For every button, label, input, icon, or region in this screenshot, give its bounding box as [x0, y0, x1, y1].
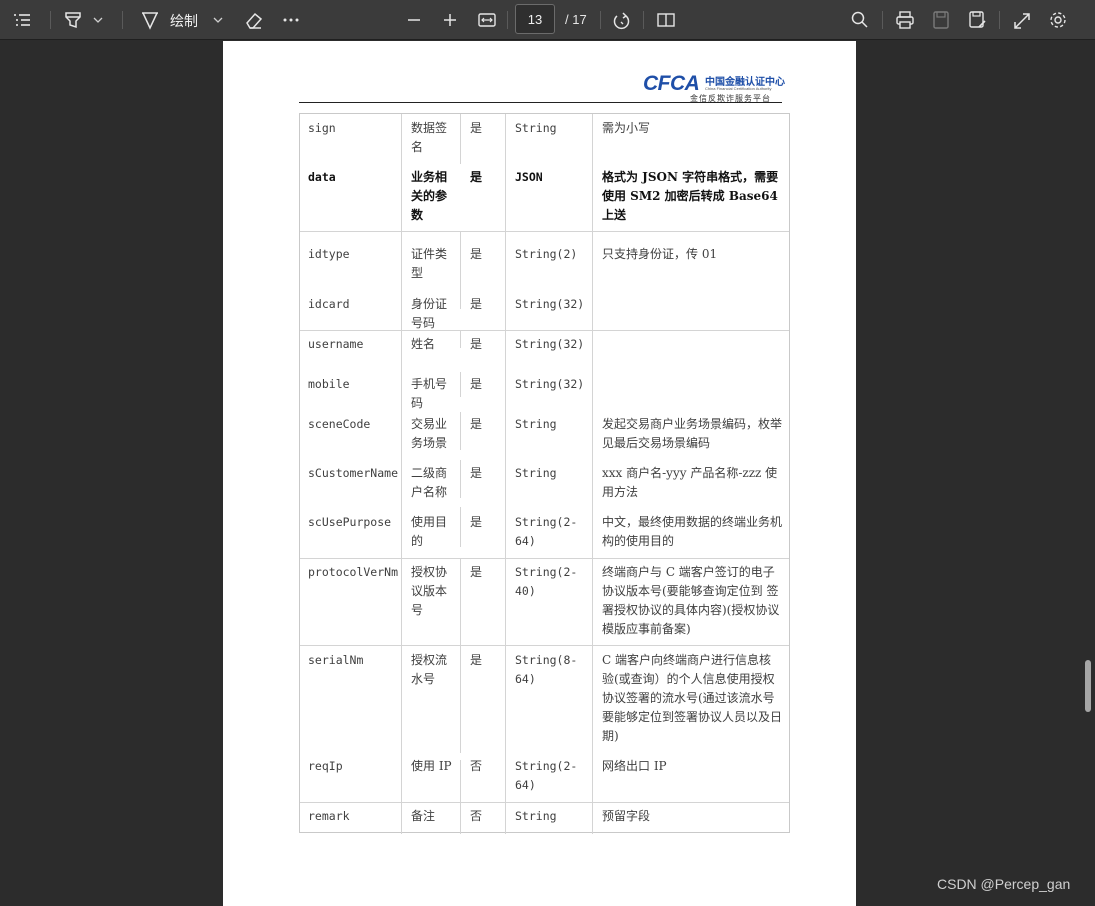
watermark: CSDN @Percep_gan [937, 876, 1071, 892]
param-type: String(32) [515, 297, 585, 311]
param-name: data [308, 170, 336, 184]
pdf-page: CFCA 中国金融认证中心 China Financial Certificat… [223, 41, 856, 906]
param-type: String [515, 417, 557, 431]
page-total: / 17 [565, 12, 587, 27]
param-desc: 使用目的 [411, 515, 448, 548]
param-required: 否 [470, 809, 483, 823]
param-desc: 数据签名 [411, 121, 448, 154]
param-note: 发起交易商户业务场景编码，枚举见最后交易场景编码 [602, 417, 783, 450]
param-required: 是 [470, 337, 483, 351]
param-note: 网络出口 IP [602, 759, 667, 773]
save-as-icon[interactable] [967, 8, 987, 32]
pdf-toolbar: 绘制 13 / 17 [0, 0, 1095, 40]
eraser-icon[interactable] [243, 8, 265, 32]
param-type: String(2-64) [515, 515, 578, 548]
param-desc: 备注 [411, 809, 436, 823]
zoom-in-icon[interactable] [441, 8, 459, 32]
param-note: C 端客户向终端商户进行信息核验(或查询）的个人信息使用授权协议签署的流水号(通… [602, 653, 783, 743]
highlight-icon[interactable] [63, 8, 83, 32]
param-note: 格式为 JSON 字符串格式，需要使用 SM2 加密后转成 Base64 上送 [602, 170, 779, 222]
search-icon[interactable] [850, 8, 870, 32]
param-type: String [515, 466, 557, 480]
param-name: idtype [308, 247, 350, 261]
page-view-icon[interactable] [656, 8, 676, 32]
draw-label[interactable]: 绘制 [170, 11, 198, 31]
param-type: String(2) [515, 247, 578, 261]
param-required: 是 [470, 377, 483, 391]
param-name: sceneCode [308, 417, 371, 431]
param-desc: 授权流水号 [411, 653, 448, 686]
param-required: 是 [470, 565, 483, 579]
param-note: 预留字段 [602, 809, 651, 823]
param-name: username [308, 337, 364, 351]
param-required: 是 [470, 297, 483, 311]
param-type: String(2-64) [515, 759, 578, 792]
vertical-scrollbar-thumb[interactable] [1085, 660, 1091, 712]
param-name: idcard [308, 297, 350, 311]
param-required: 是 [470, 466, 483, 480]
param-desc: 使用 IP [411, 759, 452, 773]
fullscreen-icon[interactable] [1012, 8, 1032, 32]
draw-icon[interactable] [140, 8, 160, 32]
param-required: 是 [470, 653, 483, 667]
param-note: xxx 商户名-yyy 产品名称-zzz 使用方法 [602, 466, 778, 499]
param-name: serialNm [308, 653, 364, 667]
param-type: String(2-40) [515, 565, 578, 598]
param-required: 是 [470, 417, 483, 431]
param-desc: 身份证号码 [411, 297, 448, 330]
param-required: 是 [470, 121, 483, 135]
param-type: String [515, 121, 557, 135]
print-icon[interactable] [895, 8, 915, 32]
param-note: 只支持身份证，传 01 [602, 247, 718, 261]
cfca-logo: CFCA 中国金融认证中心 China Financial Certificat… [643, 72, 785, 103]
param-type: String [515, 809, 557, 823]
parameter-table: sign 数据签名是 String 需为小写 data 业务相关的参数是 JSON 格式为 J… [299, 113, 790, 834]
param-required: 是 [470, 515, 483, 529]
page-number-input[interactable]: 13 [515, 4, 555, 34]
param-name: remark [308, 809, 350, 823]
more-icon[interactable] [281, 8, 301, 32]
param-desc: 手机号码 [411, 377, 448, 410]
param-name: scUsePurpose [308, 515, 392, 529]
chevron-down-icon[interactable] [92, 8, 104, 32]
contents-icon[interactable] [12, 8, 32, 32]
param-note: 需为小写 [602, 121, 651, 135]
param-desc: 业务相关的参数 [411, 170, 448, 222]
param-type: String(32) [515, 337, 585, 351]
param-type: String(8-64) [515, 653, 578, 686]
param-name: sign [308, 121, 336, 135]
settings-icon[interactable] [1047, 8, 1069, 32]
param-desc: 二级商户名称 [411, 466, 448, 499]
header-rule [299, 102, 782, 103]
param-desc: 姓名 [411, 337, 436, 351]
param-required: 是 [470, 247, 483, 261]
save-icon [931, 8, 951, 32]
param-desc: 授权协议版本号 [411, 565, 448, 617]
param-required: 否 [470, 759, 483, 773]
zoom-out-icon[interactable] [405, 8, 423, 32]
param-desc: 证件类型 [411, 247, 448, 280]
param-type: String(32) [515, 377, 585, 391]
param-name: reqIp [308, 759, 343, 773]
logo-en: China Financial Certification Authority [705, 86, 772, 91]
param-name: sCustomerName [308, 466, 399, 480]
rotate-icon[interactable] [611, 8, 631, 32]
param-name: mobile [308, 377, 350, 391]
param-required: 是 [470, 170, 483, 184]
param-note: 中文，最终使用数据的终端业务机构的使用目的 [602, 515, 783, 548]
param-name: protocolVerNm [308, 565, 399, 579]
fit-width-icon[interactable] [477, 8, 497, 32]
param-type: JSON [515, 170, 543, 184]
chevron-down-icon[interactable] [212, 8, 224, 32]
param-desc: 交易业务场景 [411, 417, 448, 450]
param-note: 终端商户与 C 端客户签订的电子 协议版本号(要能够查询定位到 签署授权协议的具… [602, 565, 780, 636]
